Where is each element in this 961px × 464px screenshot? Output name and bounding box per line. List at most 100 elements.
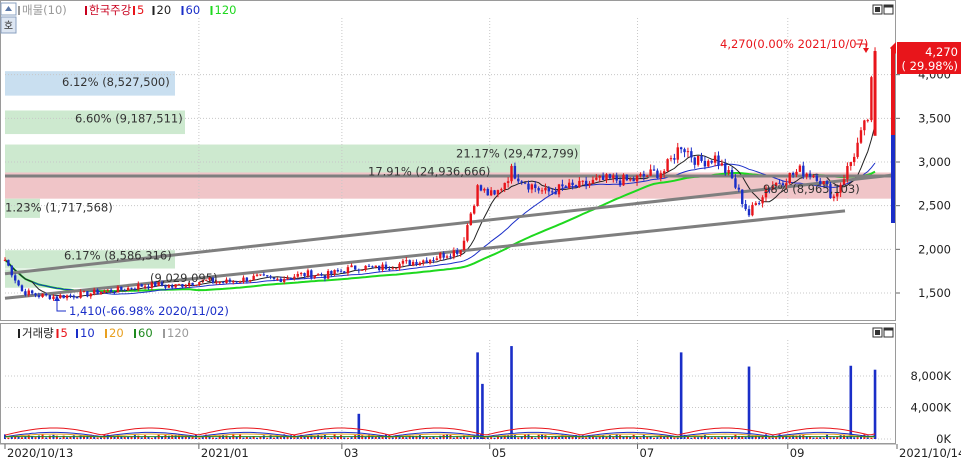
- candle-body: [506, 181, 510, 183]
- candle-body: [249, 280, 252, 282]
- volume-bar: [401, 437, 404, 439]
- volume-bar: [262, 435, 265, 439]
- candle-body: [710, 160, 713, 163]
- volume-bar: [249, 437, 252, 439]
- candle-body: [41, 294, 44, 298]
- legend-label: 5: [61, 326, 68, 340]
- candle-body: [27, 290, 30, 295]
- candle-body: [605, 174, 608, 180]
- candle-body: [486, 188, 489, 196]
- volume-bar: [534, 437, 537, 439]
- candle-body: [418, 262, 422, 266]
- candle-body: [259, 274, 262, 276]
- candle-body: [798, 165, 802, 172]
- volume-bar: [717, 437, 720, 439]
- candle-body: [527, 183, 530, 190]
- candle-body: [232, 281, 235, 283]
- candle-body: [48, 295, 52, 299]
- candle-body: [52, 296, 55, 299]
- candle-body: [846, 166, 849, 180]
- volume-tick-label: 8,000K: [911, 369, 952, 383]
- volume-bar: [792, 435, 795, 439]
- chart-canvas: 1,5002,0002,5003,0003,5004,000 0K4,000K8…: [0, 0, 961, 461]
- price-panel-maximize-icon[interactable]: [883, 4, 894, 15]
- volume-bar: [585, 437, 588, 439]
- candle-body: [384, 264, 388, 270]
- candle-body: [238, 281, 242, 283]
- candle-body: [690, 151, 693, 158]
- volume-spike-bar: [357, 413, 361, 439]
- candle-body: [310, 270, 313, 278]
- candle-body: [130, 287, 133, 289]
- candle-body: [612, 175, 615, 179]
- volume-profile-label: 17.91% (24,936,666): [368, 165, 490, 179]
- candle-body: [724, 163, 727, 174]
- candle-body: [567, 182, 571, 188]
- price-panel-restore-icon[interactable]: [872, 4, 883, 15]
- candle-body: [459, 250, 462, 254]
- scroll-marker-icon[interactable]: [0, 2, 17, 16]
- candle-body: [717, 155, 720, 166]
- candle-body: [72, 295, 76, 298]
- candle-body: [123, 289, 126, 291]
- volume-bar: [819, 437, 822, 439]
- candle-body: [618, 180, 622, 186]
- volume-bar: [330, 437, 333, 439]
- candle-body: [24, 291, 27, 295]
- candle-body: [462, 240, 466, 251]
- candle-body: [164, 285, 167, 288]
- volume-bar: [140, 437, 143, 439]
- volume-panel-restore-icon[interactable]: [872, 327, 883, 338]
- candle-body: [598, 175, 601, 178]
- candle-body: [30, 290, 34, 294]
- volume-bar: [76, 437, 79, 439]
- volume-bar: [235, 436, 238, 439]
- legend-label: 20: [109, 326, 124, 340]
- volume-bar: [469, 437, 472, 439]
- volume-bar: [279, 437, 282, 439]
- volume-bar: [72, 435, 75, 439]
- candle-body: [221, 282, 225, 284]
- side-tab[interactable]: 호: [0, 16, 17, 34]
- volume-bar: [452, 437, 455, 439]
- candle-body: [870, 77, 873, 121]
- candle-body: [252, 275, 255, 281]
- candle-body: [272, 277, 276, 279]
- volume-bar: [17, 436, 20, 439]
- volume-bar: [350, 437, 353, 439]
- candle-body: [242, 277, 245, 282]
- candle-body: [503, 182, 506, 190]
- candle-body: [547, 187, 551, 192]
- volume-bar: [595, 437, 598, 439]
- candle-body: [662, 171, 666, 174]
- candle-body: [849, 162, 853, 167]
- x-axis-labels: 2020/10/13 2021/01 03 05 07 09 2021/10/14: [4, 444, 961, 460]
- candle-body: [276, 278, 279, 280]
- volume-bar: [500, 436, 503, 439]
- volume-tick-label: 4,000K: [911, 401, 952, 415]
- volume-spike-bar: [510, 346, 513, 439]
- current-price-marker: 4,270 ( 29.98%): [890, 42, 961, 74]
- volume-bar: [429, 437, 432, 439]
- candle-body: [595, 177, 598, 180]
- volume-panel-maximize-icon[interactable]: [883, 327, 894, 338]
- candle-body: [361, 269, 364, 271]
- x-axis-label: 07: [640, 446, 655, 460]
- candle-body: [116, 286, 120, 293]
- volume-bar: [245, 437, 248, 439]
- volume-bar: [45, 437, 48, 439]
- volume-bar: [27, 435, 30, 439]
- min-annotation-text: 1,410(-66.98% 2020/11/02): [69, 304, 229, 318]
- volume-bar: [551, 436, 554, 439]
- candle-body: [137, 284, 140, 290]
- volume-bar: [829, 437, 832, 439]
- volume-bar: [459, 437, 462, 439]
- candle-body: [669, 158, 673, 160]
- volume-tick-label: 0K: [936, 432, 951, 446]
- volume-bar: [720, 437, 723, 439]
- candle-body: [7, 259, 10, 266]
- candle-body: [852, 156, 856, 163]
- candle-body: [520, 181, 523, 183]
- candle-body: [326, 270, 330, 279]
- volume-bar: [493, 437, 496, 439]
